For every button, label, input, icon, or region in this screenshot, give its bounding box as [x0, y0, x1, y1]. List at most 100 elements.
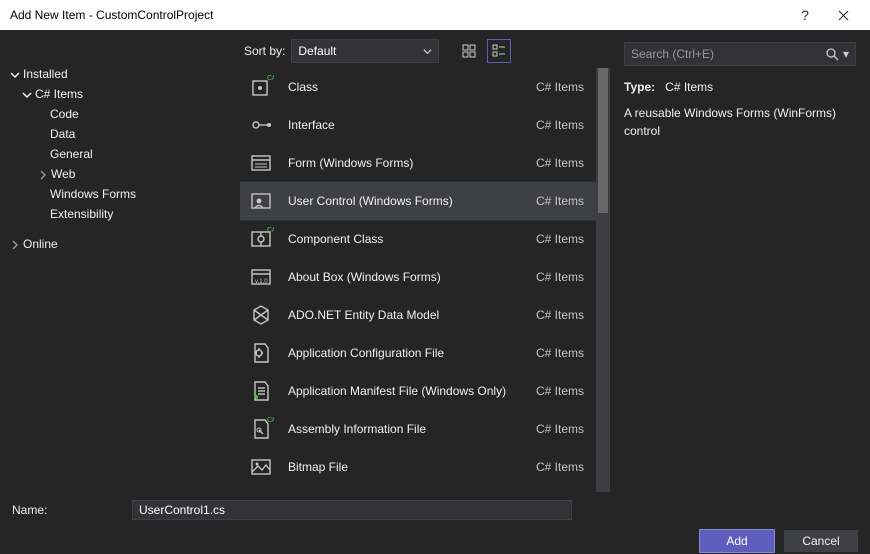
- tree-label: Extensibility: [50, 207, 113, 221]
- add-label: Add: [726, 534, 747, 548]
- svg-text:C#: C#: [267, 227, 274, 234]
- template-row[interactable]: User Control (Windows Forms) C# Items: [240, 182, 596, 220]
- template-row[interactable]: Application Manifest File (Windows Only)…: [240, 372, 596, 410]
- template-category: C# Items: [536, 118, 584, 132]
- cancel-label: Cancel: [802, 534, 839, 548]
- close-icon: [838, 10, 849, 21]
- template-label: Component Class: [288, 232, 522, 246]
- search-placeholder: Search (Ctrl+E): [631, 47, 825, 61]
- template-category: C# Items: [536, 308, 584, 322]
- template-category: C# Items: [536, 460, 584, 474]
- name-label: Name:: [12, 503, 120, 517]
- svg-text:C#: C#: [267, 75, 274, 82]
- type-label: Type:: [624, 80, 655, 94]
- svg-text:v.1.0: v.1.0: [255, 279, 268, 285]
- tree-label: Code: [50, 107, 79, 121]
- scrollbar[interactable]: [596, 68, 610, 492]
- list-icon: [492, 44, 506, 58]
- close-button[interactable]: [824, 0, 862, 30]
- template-row[interactable]: Interface C# Items: [240, 106, 596, 144]
- usercontrol-icon: [248, 188, 274, 214]
- template-label: ADO.NET Entity Data Model: [288, 308, 522, 322]
- name-input[interactable]: [132, 500, 572, 520]
- view-list-button[interactable]: [487, 39, 511, 63]
- assembly-icon: C#: [248, 416, 274, 442]
- scrollbar-thumb[interactable]: [598, 68, 608, 213]
- template-category: C# Items: [536, 232, 584, 246]
- type-value: C# Items: [665, 80, 713, 94]
- template-label: User Control (Windows Forms): [288, 194, 522, 208]
- template-label: Class: [288, 80, 522, 94]
- about-icon: v.1.0: [248, 264, 274, 290]
- chevron-down-icon: [423, 47, 432, 56]
- tree-item-web[interactable]: Web: [8, 164, 232, 184]
- tree-label: General: [50, 147, 93, 161]
- template-panel: Sort by: Default C#ClassC# ItemsInterfac…: [240, 30, 610, 492]
- tree-label: Installed: [23, 67, 68, 81]
- add-button[interactable]: Add: [700, 530, 774, 552]
- sort-toolbar: Sort by: Default: [240, 38, 610, 64]
- window-title: Add New Item - CustomControlProject: [10, 8, 786, 22]
- tree-label: C# Items: [35, 87, 83, 101]
- template-row[interactable]: C# Component Class C# Items: [240, 220, 596, 258]
- svg-text:C#: C#: [267, 417, 274, 424]
- interface-icon: [248, 112, 274, 138]
- info-description: A reusable Windows Forms (WinForms) cont…: [624, 104, 856, 140]
- search-icon: [825, 47, 839, 61]
- footer: Name: Add Cancel: [0, 492, 870, 554]
- tree-label: Online: [23, 237, 58, 251]
- tree-item-csitems[interactable]: C# Items: [8, 84, 232, 104]
- template-category: C# Items: [536, 384, 584, 398]
- tree-item-code[interactable]: Code: [8, 104, 232, 124]
- class-icon: C#: [248, 74, 274, 100]
- info-panel: Search (Ctrl+E) ▾ Type: C# Items A reusa…: [610, 30, 870, 492]
- chevron-down-icon: [10, 69, 20, 79]
- search-input[interactable]: Search (Ctrl+E) ▾: [624, 42, 856, 66]
- sort-select[interactable]: Default: [291, 39, 439, 63]
- search-split-icon: ▾: [843, 47, 849, 61]
- chevron-right-icon: [10, 239, 20, 249]
- tree-label: Data: [50, 127, 75, 141]
- template-category: C# Items: [536, 270, 584, 284]
- tree-item-online[interactable]: Online: [8, 234, 232, 254]
- template-label: Form (Windows Forms): [288, 156, 522, 170]
- template-category: C# Items: [536, 80, 584, 94]
- template-category: C# Items: [536, 194, 584, 208]
- component-icon: C#: [248, 226, 274, 252]
- template-row[interactable]: Form (Windows Forms)C# Items: [240, 144, 596, 182]
- help-button[interactable]: ?: [786, 0, 824, 30]
- template-label: Interface: [288, 118, 522, 132]
- category-tree: Installed C# Items Code Data General Web…: [0, 30, 240, 492]
- template-row[interactable]: v.1.0 About Box (Windows Forms) C# Items: [240, 258, 596, 296]
- bitmap-icon: [248, 454, 274, 480]
- sort-value: Default: [298, 44, 336, 58]
- template-label: About Box (Windows Forms): [288, 270, 522, 284]
- cancel-button[interactable]: Cancel: [784, 530, 858, 552]
- titlebar: Add New Item - CustomControlProject ?: [0, 0, 870, 30]
- template-label: Assembly Information File: [288, 422, 522, 436]
- template-row[interactable]: C# Assembly Information File C# Items: [240, 410, 596, 448]
- form-icon: [248, 150, 274, 176]
- template-row[interactable]: C# Class C# Items: [240, 68, 596, 106]
- manifest-icon: [248, 378, 274, 404]
- template-category: C# Items: [536, 346, 584, 360]
- template-category: C# Items: [536, 422, 584, 436]
- template-label: Application Manifest File (Windows Only): [288, 384, 522, 398]
- sort-label: Sort by:: [244, 44, 285, 58]
- template-row[interactable]: Application Configuration File C# Items: [240, 334, 596, 372]
- tree-item-extensibility[interactable]: Extensibility: [8, 204, 232, 224]
- tree-item-data[interactable]: Data: [8, 124, 232, 144]
- tree-label: Web: [51, 167, 75, 181]
- template-row[interactable]: Bitmap File C# Items: [240, 448, 596, 486]
- template-list[interactable]: C# Class C# Items Interface C# Items Form (Wi…: [240, 68, 596, 492]
- ado-icon: [248, 302, 274, 328]
- view-small-icons-button[interactable]: [457, 39, 481, 63]
- template-label: Application Configuration File: [288, 346, 522, 360]
- template-row[interactable]: ADO.NET Entity Data Model C# Items: [240, 296, 596, 334]
- grid-icon: [462, 44, 476, 58]
- template-label: Bitmap File: [288, 460, 522, 474]
- chevron-right-icon: [38, 169, 48, 179]
- tree-item-winforms[interactable]: Windows Forms: [8, 184, 232, 204]
- tree-item-installed[interactable]: Installed: [8, 64, 232, 84]
- tree-item-general[interactable]: General: [8, 144, 232, 164]
